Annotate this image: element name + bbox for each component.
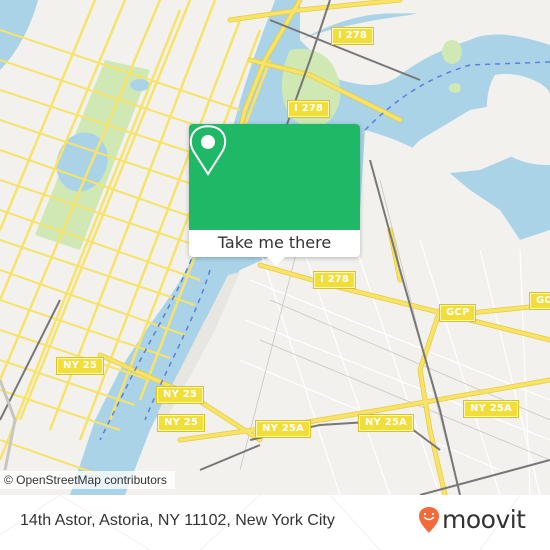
footer-bar: 14th Astor, Astoria, NY 11102, New York … xyxy=(0,495,550,550)
route-shield-ny25: NY 25 xyxy=(156,414,206,432)
route-shield-ny25: NY 25 xyxy=(55,357,105,375)
route-shield-ny25a: NY 25A xyxy=(463,400,519,418)
route-shield-i278: I 278 xyxy=(330,27,375,45)
map-attribution[interactable]: © OpenStreetMap contributors xyxy=(0,471,175,489)
hudson-river xyxy=(0,0,38,70)
location-address: 14th Astor, Astoria, NY 11102, New York … xyxy=(20,512,335,529)
island xyxy=(442,40,462,64)
moovit-logo[interactable]: moovit xyxy=(418,505,526,535)
route-shield-ny25a: NY 25A xyxy=(358,414,414,432)
route-shield-ny25a: NY 25A xyxy=(255,420,311,438)
map-view[interactable]: I 278 I 278 I 278 GCP GCP NY 25 NY 25 NY… xyxy=(0,0,550,495)
moovit-pin-icon xyxy=(419,507,439,533)
location-popup: Take me there xyxy=(189,124,360,266)
take-me-there-button[interactable]: Take me there xyxy=(189,230,360,257)
rikers-land xyxy=(486,74,550,165)
route-shield-gcp: GCP xyxy=(528,292,550,310)
popup-header xyxy=(189,124,360,230)
map-pin-icon xyxy=(189,125,227,176)
route-shield-ny25: NY 25 xyxy=(155,386,205,404)
brand-name: moovit xyxy=(442,505,526,534)
route-shield-i278: I 278 xyxy=(312,271,357,289)
island xyxy=(449,83,461,93)
popup-pointer xyxy=(267,257,285,266)
route-shield-gcp: GCP xyxy=(438,304,477,322)
route-shield-i278: I 278 xyxy=(286,100,331,118)
